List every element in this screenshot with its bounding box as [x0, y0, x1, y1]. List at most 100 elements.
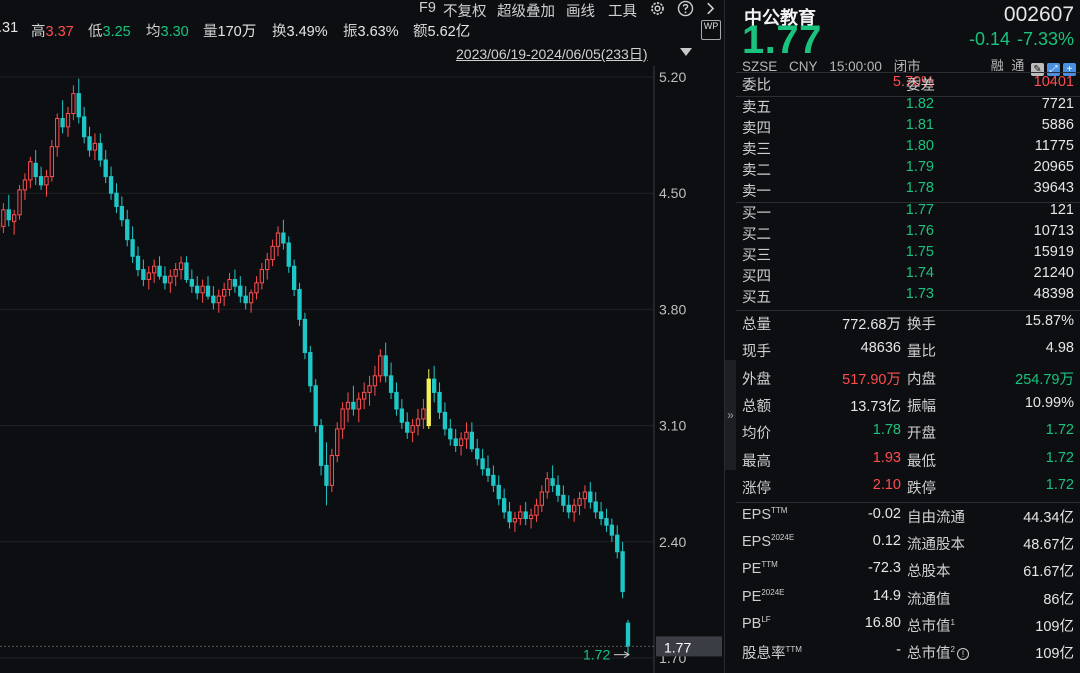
candle-body[interactable] — [405, 421, 410, 433]
candle-body[interactable] — [184, 262, 189, 281]
candle-body[interactable] — [351, 401, 356, 410]
candle-body[interactable] — [125, 219, 130, 241]
candle-body[interactable] — [173, 269, 178, 277]
candle-body[interactable] — [248, 292, 254, 304]
candle-body[interactable] — [469, 431, 475, 450]
candle-body[interactable] — [475, 448, 480, 460]
candle-body[interactable] — [81, 116, 87, 138]
bid-row[interactable]: 买二 1.76 10713 — [736, 223, 1080, 244]
candle-body[interactable] — [496, 484, 501, 500]
candle-body[interactable] — [431, 378, 437, 393]
candle-body[interactable] — [453, 438, 458, 447]
candle-body[interactable] — [146, 272, 151, 281]
candle-body[interactable] — [195, 285, 200, 294]
bid-row[interactable]: 买三 1.75 15919 — [736, 244, 1080, 265]
candle-body[interactable] — [394, 391, 399, 410]
candle-body[interactable] — [259, 269, 265, 284]
candle-body[interactable] — [437, 391, 442, 413]
candle-body[interactable] — [523, 511, 528, 520]
candle-body[interactable] — [318, 425, 324, 466]
candle-body[interactable] — [44, 176, 49, 186]
collapse-panel-handle[interactable]: » — [725, 360, 736, 470]
candle-body[interactable] — [588, 491, 593, 503]
candle-body[interactable] — [38, 176, 44, 186]
candle-body[interactable] — [410, 425, 415, 433]
bid-row[interactable]: 买一 1.77 121 — [736, 202, 1080, 223]
candle-body[interactable] — [238, 285, 243, 297]
help-icon[interactable] — [677, 0, 695, 18]
candle-body[interactable] — [65, 113, 71, 128]
candlestick-chart[interactable]: 5.204.503.803.102.401.701.771.72 — [0, 66, 724, 673]
candle-body[interactable] — [11, 214, 17, 222]
candle-body[interactable] — [270, 245, 275, 261]
dropdown-arrow-icon[interactable] — [680, 48, 692, 56]
menu-overlay[interactable]: 超级叠加 — [497, 0, 555, 21]
candle-body[interactable] — [162, 275, 168, 284]
candle-body[interactable] — [308, 352, 313, 387]
info-icon[interactable]: ! — [956, 648, 969, 660]
candle-body[interactable] — [297, 288, 302, 320]
candle-body[interactable] — [598, 511, 604, 520]
gear-icon[interactable] — [649, 0, 667, 18]
candle-body[interactable] — [291, 265, 297, 290]
menu-adjust[interactable]: 不复权 — [443, 0, 487, 21]
candle-body[interactable] — [33, 162, 38, 178]
candle-body[interactable] — [200, 285, 205, 294]
candle-body[interactable] — [485, 468, 491, 476]
candle-body[interactable] — [528, 514, 534, 520]
candle-body[interactable] — [178, 262, 184, 271]
candle-body[interactable] — [313, 385, 318, 427]
candle-body[interactable] — [281, 232, 286, 244]
candle-body[interactable] — [372, 375, 378, 387]
candle-body[interactable] — [60, 118, 65, 128]
candle-body[interactable] — [340, 408, 345, 430]
candle-body[interactable] — [367, 385, 372, 393]
candle-body[interactable] — [566, 504, 571, 513]
candle-body[interactable] — [571, 504, 577, 513]
candle-body[interactable] — [189, 279, 195, 287]
bid-row[interactable]: 买四 1.74 21240 — [736, 265, 1080, 286]
candle-body[interactable] — [615, 534, 620, 553]
ask-row[interactable]: 卖三 1.80 11775 — [736, 138, 1080, 159]
ask-row[interactable]: 卖五 1.82 7721 — [736, 96, 1080, 117]
candle-body[interactable] — [604, 518, 609, 526]
menu-tools[interactable]: 工具 — [608, 0, 637, 21]
candle-body[interactable] — [119, 205, 125, 221]
candle-body[interactable] — [458, 438, 464, 447]
candle-body[interactable] — [324, 464, 329, 486]
candle-body[interactable] — [421, 408, 426, 420]
candle-body[interactable] — [6, 209, 11, 221]
candle-body[interactable] — [221, 288, 227, 297]
menu-draw[interactable]: 画线 — [566, 0, 595, 21]
candle-body[interactable] — [216, 295, 221, 304]
candle-body[interactable] — [539, 491, 545, 506]
candle-body[interactable] — [534, 504, 539, 516]
candle-body[interactable] — [415, 418, 421, 427]
ask-row[interactable]: 卖二 1.79 20965 — [736, 159, 1080, 180]
menu-f9[interactable]: F9 — [419, 0, 436, 16]
candle-body[interactable] — [383, 355, 388, 377]
candle-body[interactable] — [87, 136, 92, 151]
candle-body[interactable] — [399, 408, 405, 423]
candle-body[interactable] — [151, 265, 157, 274]
candle-body[interactable] — [442, 411, 448, 430]
candle-body[interactable] — [17, 189, 22, 216]
candle-body[interactable] — [302, 318, 308, 354]
candle-body[interactable] — [577, 498, 582, 506]
candle-body[interactable] — [141, 269, 146, 281]
ask-row[interactable]: 卖一 1.78 39643 — [736, 180, 1080, 201]
candle-body[interactable] — [1, 209, 6, 227]
date-range-selector[interactable]: 2023/06/19-2024/06/05(233日) — [456, 44, 647, 64]
candle-body[interactable] — [345, 401, 351, 410]
chevron-right-icon[interactable] — [704, 0, 722, 18]
candle-body[interactable] — [464, 431, 469, 440]
candle-body[interactable] — [205, 285, 211, 297]
candle-body[interactable] — [92, 142, 98, 151]
candle-body[interactable] — [426, 378, 431, 427]
candle-body[interactable] — [114, 192, 119, 207]
candle-body[interactable] — [561, 494, 566, 506]
candle-body[interactable] — [22, 179, 28, 191]
bid-row[interactable]: 买五 1.73 48398 — [736, 286, 1080, 307]
candle-body[interactable] — [593, 501, 598, 513]
candle-body[interactable] — [55, 118, 60, 148]
